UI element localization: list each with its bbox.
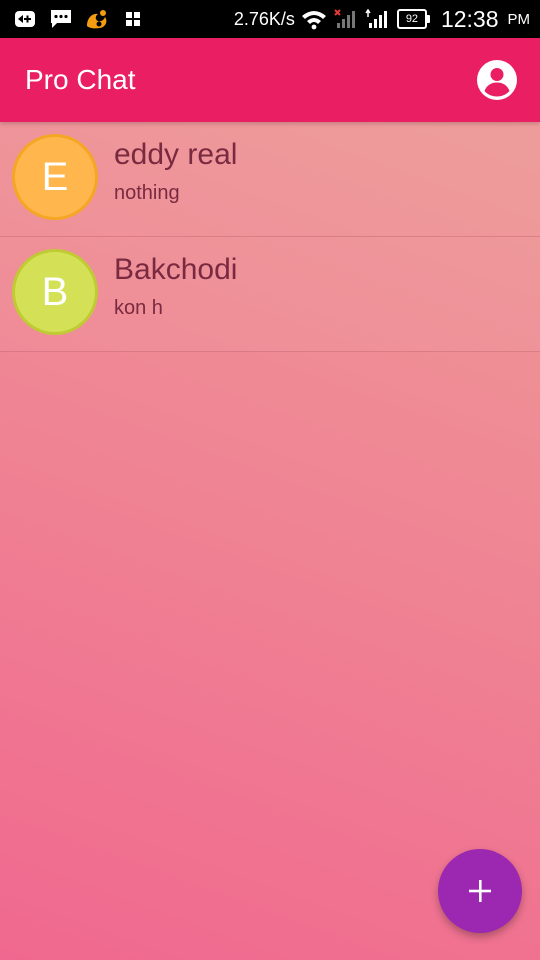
new-chat-fab[interactable] <box>438 849 522 933</box>
network-speed: 2.76K/s <box>233 8 295 29</box>
chat-item-bakchodi[interactable]: B Bakchodi kon h <box>0 237 540 352</box>
status-bar-notifications <box>12 8 146 30</box>
signal-icon-sim2 <box>365 8 391 30</box>
chat-name: eddy real <box>114 138 238 171</box>
status-bar: 2.76K/s 92 12:38 PM <box>0 0 540 38</box>
avatar-initial: E <box>41 154 69 199</box>
uc-browser-icon <box>84 8 110 30</box>
avatar-initial: B <box>41 269 69 314</box>
clock-ampm: PM <box>507 10 531 28</box>
screen: 2.76K/s 92 12:38 PM Pro Chat E eddy real… <box>0 0 540 960</box>
avatar: E <box>12 134 98 220</box>
wifi-icon <box>301 8 327 30</box>
apps-grid-icon <box>120 8 146 30</box>
battery-level: 92 <box>405 13 419 25</box>
clock: 12:38 <box>440 5 499 32</box>
plus-icon <box>469 880 491 902</box>
chat-name: Bakchodi <box>114 253 238 286</box>
account-circle-icon <box>477 60 517 100</box>
chat-list: E eddy real nothing B Bakchodi kon h <box>0 122 540 352</box>
app-title: Pro Chat <box>25 64 136 95</box>
chat-last-message: kon h <box>114 297 163 319</box>
usb-debug-icon <box>12 8 38 30</box>
battery-icon: 92 <box>396 9 430 29</box>
chat-last-message: nothing <box>114 182 180 204</box>
signal-icon-sim1 <box>333 8 359 30</box>
chat-item-eddy-real[interactable]: E eddy real nothing <box>0 122 540 237</box>
profile-button[interactable] <box>476 59 518 101</box>
avatar: B <box>12 249 98 335</box>
status-bar-system: 2.76K/s 92 12:38 PM <box>234 6 530 33</box>
messages-icon <box>48 8 74 30</box>
app-bar: Pro Chat <box>0 38 540 122</box>
